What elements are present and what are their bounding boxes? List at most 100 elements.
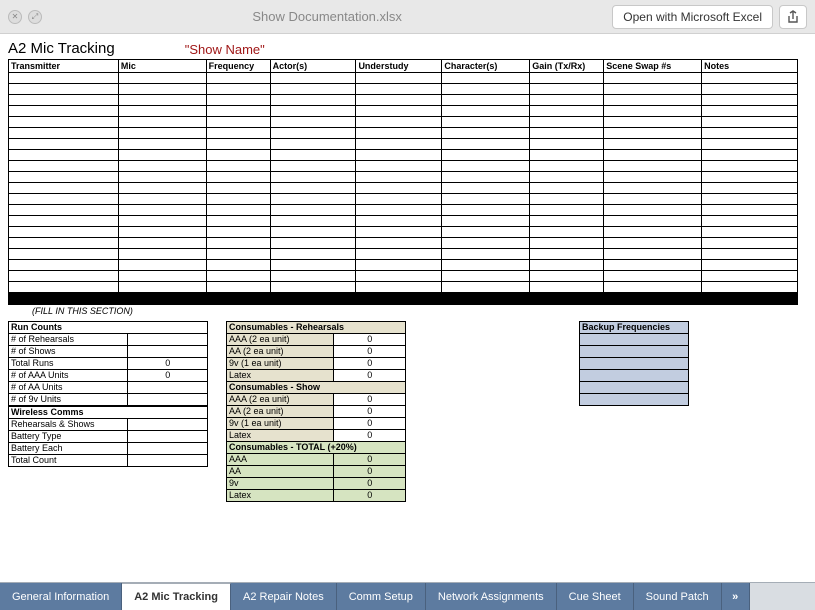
table-row[interactable] xyxy=(580,334,689,346)
table-cell[interactable] xyxy=(356,117,442,128)
table-cell[interactable] xyxy=(356,95,442,106)
table-cell[interactable] xyxy=(118,282,206,293)
row-value[interactable] xyxy=(128,382,208,394)
row-value[interactable]: 0 xyxy=(334,394,406,406)
table-cell[interactable] xyxy=(118,271,206,282)
table-cell[interactable] xyxy=(270,271,356,282)
table-row[interactable] xyxy=(9,227,798,238)
table-cell[interactable] xyxy=(604,84,702,95)
table-cell[interactable] xyxy=(118,128,206,139)
fullscreen-icon[interactable]: ⤢ xyxy=(28,10,42,24)
table-row[interactable]: Battery Type xyxy=(9,431,208,443)
table-cell[interactable] xyxy=(702,194,798,205)
table-cell[interactable] xyxy=(356,282,442,293)
table-cell[interactable] xyxy=(356,249,442,260)
table-cell[interactable] xyxy=(270,84,356,95)
table-row[interactable] xyxy=(9,150,798,161)
table-cell[interactable] xyxy=(702,139,798,150)
table-cell[interactable] xyxy=(604,238,702,249)
close-icon[interactable]: ✕ xyxy=(8,10,22,24)
table-cell[interactable] xyxy=(442,194,530,205)
table-row[interactable] xyxy=(9,117,798,128)
table-cell[interactable] xyxy=(530,84,604,95)
table-cell[interactable] xyxy=(604,150,702,161)
row-value[interactable]: 0 xyxy=(334,418,406,430)
table-cell[interactable] xyxy=(206,73,270,84)
table-cell[interactable] xyxy=(530,194,604,205)
table-row[interactable] xyxy=(9,95,798,106)
table-cell[interactable] xyxy=(270,73,356,84)
table-row[interactable]: Latex0 xyxy=(227,370,406,382)
table-cell[interactable] xyxy=(702,271,798,282)
table-cell[interactable] xyxy=(270,128,356,139)
table-cell[interactable] xyxy=(530,161,604,172)
table-row[interactable] xyxy=(9,194,798,205)
tab-cue-sheet[interactable]: Cue Sheet xyxy=(557,583,634,610)
tab-a2-repair-notes[interactable]: A2 Repair Notes xyxy=(231,583,337,610)
row-value[interactable]: 0 xyxy=(334,454,406,466)
table-cell[interactable] xyxy=(604,271,702,282)
row-value[interactable]: 0 xyxy=(334,346,406,358)
table-cell[interactable] xyxy=(530,95,604,106)
table-cell[interactable] xyxy=(604,106,702,117)
table-cell[interactable] xyxy=(530,183,604,194)
table-cell[interactable] xyxy=(118,227,206,238)
table-cell[interactable] xyxy=(9,161,119,172)
row-value[interactable]: 0 xyxy=(334,370,406,382)
table-cell[interactable] xyxy=(270,172,356,183)
table-cell[interactable] xyxy=(356,84,442,95)
row-value[interactable]: 0 xyxy=(128,358,208,370)
table-cell[interactable] xyxy=(604,161,702,172)
table-cell[interactable] xyxy=(356,194,442,205)
table-row[interactable] xyxy=(580,346,689,358)
table-cell[interactable] xyxy=(442,260,530,271)
table-cell[interactable] xyxy=(206,172,270,183)
table-cell[interactable] xyxy=(530,117,604,128)
table-cell[interactable] xyxy=(356,227,442,238)
table-cell[interactable] xyxy=(206,260,270,271)
table-row[interactable] xyxy=(580,358,689,370)
table-cell[interactable] xyxy=(206,106,270,117)
table-cell[interactable] xyxy=(442,216,530,227)
table-row[interactable]: 9v0 xyxy=(227,478,406,490)
table-row[interactable] xyxy=(9,205,798,216)
table-cell[interactable] xyxy=(9,128,119,139)
table-cell[interactable] xyxy=(702,117,798,128)
table-cell[interactable] xyxy=(270,117,356,128)
table-cell[interactable] xyxy=(604,95,702,106)
table-cell[interactable] xyxy=(9,249,119,260)
table-cell[interactable] xyxy=(530,282,604,293)
table-row[interactable]: # of Shows xyxy=(9,346,208,358)
table-cell[interactable] xyxy=(530,216,604,227)
row-value[interactable]: 0 xyxy=(334,334,406,346)
table-cell[interactable] xyxy=(118,161,206,172)
table-cell[interactable] xyxy=(702,227,798,238)
row-value[interactable] xyxy=(128,346,208,358)
table-row[interactable] xyxy=(580,370,689,382)
table-row[interactable] xyxy=(9,271,798,282)
table-cell[interactable] xyxy=(270,194,356,205)
tab-a2-mic-tracking[interactable]: A2 Mic Tracking xyxy=(122,583,231,610)
row-value[interactable]: 0 xyxy=(334,478,406,490)
table-cell[interactable] xyxy=(702,150,798,161)
row-value[interactable] xyxy=(128,455,208,467)
row-value[interactable]: 0 xyxy=(334,406,406,418)
table-row[interactable] xyxy=(9,139,798,150)
table-cell[interactable] xyxy=(530,150,604,161)
table-cell[interactable] xyxy=(206,216,270,227)
table-cell[interactable] xyxy=(118,150,206,161)
table-row[interactable]: Latex0 xyxy=(227,430,406,442)
open-with-excel-button[interactable]: Open with Microsoft Excel xyxy=(612,5,773,29)
table-cell[interactable] xyxy=(9,271,119,282)
table-row[interactable] xyxy=(9,172,798,183)
row-value[interactable]: 0 xyxy=(334,490,406,502)
table-cell[interactable] xyxy=(702,260,798,271)
table-cell[interactable] xyxy=(9,84,119,95)
table-cell[interactable] xyxy=(604,128,702,139)
table-cell[interactable] xyxy=(9,139,119,150)
table-row[interactable] xyxy=(9,73,798,84)
table-cell[interactable] xyxy=(442,117,530,128)
table-cell[interactable] xyxy=(604,194,702,205)
run-counts-table[interactable]: Run Counts # of Rehearsals# of ShowsTota… xyxy=(8,321,208,406)
table-cell[interactable] xyxy=(702,161,798,172)
